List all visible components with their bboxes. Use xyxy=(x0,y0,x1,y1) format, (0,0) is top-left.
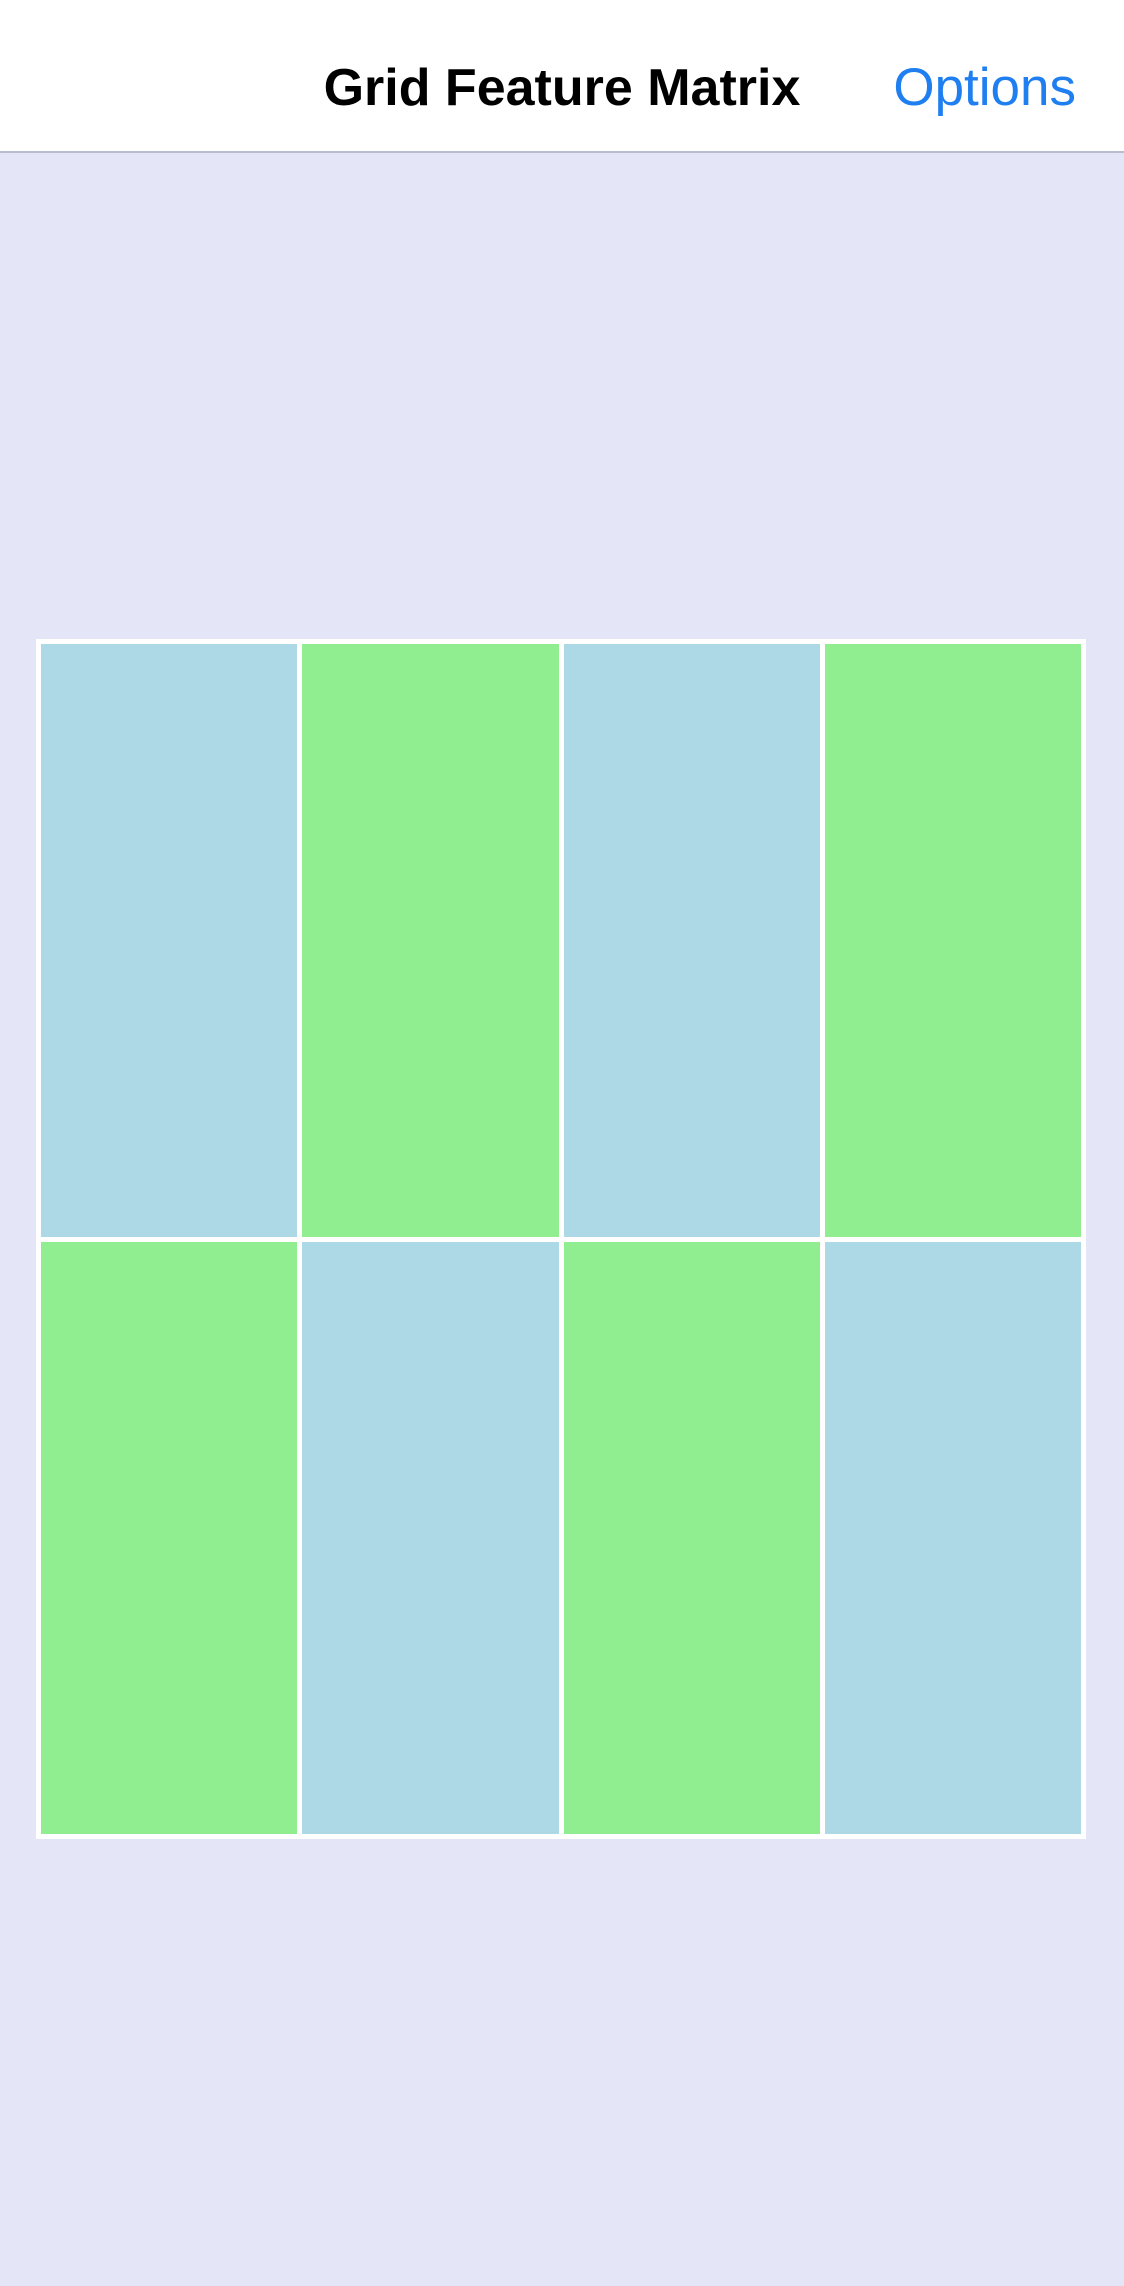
grid-cell[interactable] xyxy=(563,1241,820,1834)
grid-cell[interactable] xyxy=(41,1241,298,1834)
grid-cell[interactable] xyxy=(563,644,820,1237)
grid-cell[interactable] xyxy=(41,644,298,1237)
options-button[interactable]: Options xyxy=(893,0,1076,176)
grid-cell[interactable] xyxy=(824,644,1081,1237)
grid-cell[interactable] xyxy=(302,644,559,1237)
navigation-bar: Grid Feature Matrix Options xyxy=(0,0,1124,153)
grid-cell[interactable] xyxy=(824,1241,1081,1834)
feature-grid xyxy=(36,639,1086,1839)
grid-cell[interactable] xyxy=(302,1241,559,1834)
